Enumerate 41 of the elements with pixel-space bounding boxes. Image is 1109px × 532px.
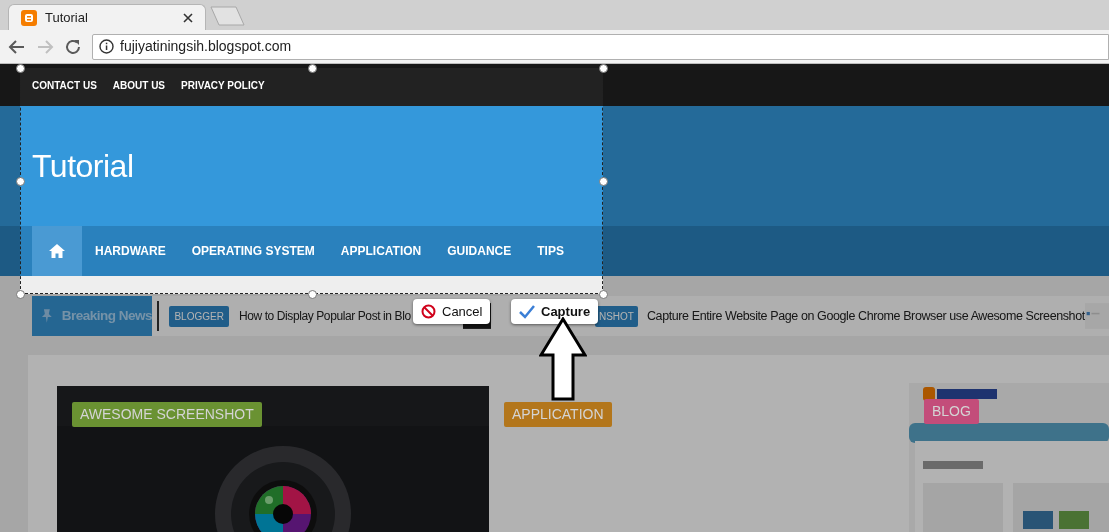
label-text: Breaking News [61,306,152,325]
close-icon[interactable] [183,12,193,23]
category-tag[interactable]: BLOGGER [169,305,229,327]
capture-button[interactable]: Capture [511,299,599,324]
top-link[interactable]: CONTACT US [32,77,97,93]
resize-handle[interactable] [308,64,317,73]
home-tab[interactable] [32,226,82,276]
top-link[interactable]: PRIVACY POLICY [181,77,265,93]
tab-title: Tutorial [45,8,89,27]
nav-tab[interactable]: OPERATING SYSTEM [178,226,328,276]
nav-tab[interactable]: APPLICATION [327,226,435,276]
resize-handle[interactable] [599,290,608,299]
site-title[interactable]: Tutorial [32,142,134,190]
resize-handle[interactable] [16,290,25,299]
checkmark-icon [519,304,535,319]
cancel-button[interactable]: Cancel [413,299,491,324]
prohibited-icon [421,304,436,319]
category-tag[interactable]: AWESOME SCREENSHOT [72,402,262,427]
browser-tab[interactable]: Tutorial [8,4,206,30]
info-icon[interactable] [99,39,114,54]
news-link[interactable]: Capture Entire Website Page on Google Chrome Browser use Awesome Screenshot [646,306,1085,326]
pin-icon [40,308,54,324]
home-icon [48,243,66,259]
address-bar[interactable]: fujiyatiningsih.blogspot.com [92,33,1109,60]
blogger-icon [21,9,37,26]
category-tag[interactable]: BLOG [924,399,979,424]
resize-handle[interactable] [308,290,317,299]
resize-handle[interactable] [599,64,608,73]
resize-handle[interactable] [599,177,608,186]
resize-handle[interactable] [16,64,25,73]
nav-tab[interactable]: GUIDANCE [434,226,525,276]
back-icon[interactable] [8,37,26,56]
category-tag[interactable]: NSHOT [594,305,638,327]
url-text: fujiyatiningsih.blogspot.com [120,37,292,56]
nav-tab[interactable]: TIPS [524,226,577,276]
reload-icon[interactable] [64,37,82,56]
resize-handle[interactable] [16,177,25,186]
category-tag[interactable]: APPLICATION [504,402,612,427]
news-link[interactable]: How to Display Popular Post in Blo [238,307,411,325]
nav-tab[interactable]: HARDWARE [82,226,179,276]
top-link[interactable]: ABOUT US [112,77,166,93]
